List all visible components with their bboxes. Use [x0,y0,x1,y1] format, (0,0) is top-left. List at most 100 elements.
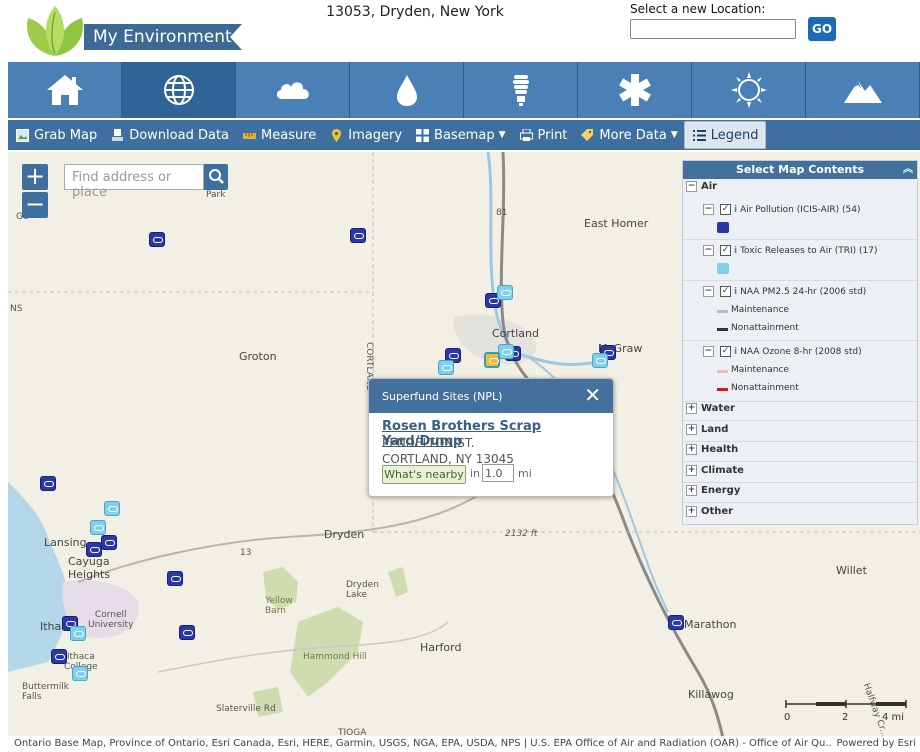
imagery-button[interactable]: Imagery [322,122,408,148]
legend-label: Maintenance [731,365,789,375]
section-health[interactable]: + Health [686,444,738,455]
download-data-button[interactable]: Download Data [103,122,235,148]
location-input[interactable] [630,19,796,39]
toxic-release-marker[interactable] [90,520,106,535]
more-data-button[interactable]: More Data ▼ [573,122,683,148]
expand-icon[interactable]: + [686,465,697,476]
scale-label: 2 [842,712,849,723]
air-pollution-marker[interactable] [101,535,117,550]
expand-icon[interactable]: + [686,403,697,414]
map-search-input[interactable]: Find address or place [64,164,204,200]
legend-button[interactable]: Legend [683,121,766,149]
layer-naa-ozone[interactable]: − ✓ i NAA Ozone 8-hr (2008 std) [703,346,862,357]
legend-label: Nonattainment [731,323,799,333]
section-air[interactable]: − Air [686,181,717,192]
info-icon[interactable]: i [734,205,737,215]
sun-icon [730,72,767,108]
section-energy[interactable]: + Energy [686,485,740,496]
measure-button[interactable]: Measure [235,122,322,148]
layer-toxic-releases[interactable]: − ✓ i Toxic Releases to Air (TRI) (17) [703,245,878,256]
powered-by[interactable]: Powered by Esri [832,736,916,752]
go-button[interactable]: GO [808,17,836,41]
checkbox[interactable]: ✓ [720,204,731,215]
topic-nav [8,62,920,118]
nav-health[interactable] [578,62,692,118]
collapse-icon[interactable]: − [703,245,714,256]
layer-naa-pm25[interactable]: − ✓ i NAA PM2.5 24-hr (2006 std) [703,286,866,297]
toxic-release-marker[interactable] [104,501,120,516]
nav-climate[interactable] [692,62,806,118]
air-pollution-marker[interactable] [179,625,195,640]
attribution-text: Ontario Base Map, Province of Ontario, E… [14,738,835,749]
zoom-out-button[interactable]: − [22,192,48,218]
toxic-release-marker[interactable] [497,285,513,300]
expand-icon[interactable]: + [686,444,697,455]
expand-icon[interactable]: + [686,424,697,435]
download-data-label: Download Data [129,127,230,143]
section-other[interactable]: + Other [686,506,733,517]
layer-label: NAA Ozone 8-hr (2008 std) [740,346,862,357]
section-water[interactable]: + Water [686,403,735,414]
basemap-button[interactable]: Basemap ▼ [408,122,511,148]
route-shield: 13 [240,548,252,558]
nav-home[interactable] [8,62,122,118]
map-toolbar: Grab Map Download Data Measure Imagery B… [8,120,920,150]
layer-air-pollution[interactable]: − ✓ i Air Pollution (ICIS-AIR) (54) [703,204,861,215]
zoom-in-button[interactable]: + [22,164,48,190]
route-shield: 81 [496,208,508,218]
map-search-button[interactable] [204,164,228,190]
expand-icon[interactable]: + [686,506,697,517]
nav-globe[interactable] [122,62,236,118]
checkbox[interactable]: ✓ [720,245,731,256]
toxic-release-marker[interactable] [70,626,86,641]
air-pollution-marker[interactable] [149,232,165,247]
tag-icon [581,128,594,141]
whats-nearby-button[interactable]: What's nearby [382,465,466,484]
toxic-release-marker[interactable] [72,666,88,681]
expand-icon[interactable]: + [686,485,697,496]
info-icon[interactable]: i [734,246,737,256]
grab-map-button[interactable]: Grab Map [8,122,103,148]
globe-icon [163,75,194,105]
section-land[interactable]: + Land [686,424,728,435]
leaf-logo-icon [27,6,83,56]
map-attribution: Ontario Base Map, Province of Ontario, E… [8,736,920,752]
distance-input[interactable]: 1.0 [482,464,514,482]
toxic-release-marker[interactable] [438,360,454,375]
nav-land[interactable] [806,62,920,118]
toxic-release-marker[interactable] [498,344,514,359]
map-view[interactable]: Cortland Groton Dryden East Homer McGraw… [8,152,920,752]
air-pollution-marker[interactable] [51,649,67,664]
checkbox[interactable]: ✓ [720,286,731,297]
air-pollution-marker[interactable] [86,542,102,557]
checkbox[interactable]: ✓ [720,346,731,357]
collapse-icon[interactable]: ︽ [903,161,913,179]
close-icon[interactable]: ✕ [584,385,601,405]
air-pollution-marker[interactable] [40,476,56,491]
section-land-label: Land [701,424,729,435]
print-button[interactable]: Print [512,122,574,148]
collapse-icon[interactable]: − [703,286,714,297]
section-climate[interactable]: + Climate [686,465,744,476]
download-icon [112,128,124,141]
superfund-site-marker[interactable] [484,352,500,368]
light-bulb-icon [512,75,529,106]
nav-energy[interactable] [464,62,578,118]
section-climate-label: Climate [701,465,744,476]
air-pollution-marker[interactable] [167,571,183,586]
place-label: Dryden Lake [346,580,379,600]
info-icon[interactable]: i [734,287,737,297]
collapse-icon[interactable]: − [686,181,697,192]
scale-label: 4 mi [882,712,905,723]
collapse-icon[interactable]: − [703,346,714,357]
popup-header: Superfund Sites (NPL) ✕ [369,379,613,413]
info-icon[interactable]: i [734,347,737,357]
mountain-icon [843,81,882,103]
nav-water[interactable] [350,62,464,118]
toxic-release-marker[interactable] [592,353,608,368]
air-pollution-marker[interactable] [350,228,366,243]
measure-label: Measure [261,127,317,143]
air-pollution-marker[interactable] [668,615,684,630]
nav-air[interactable] [236,62,350,118]
collapse-icon[interactable]: − [703,204,714,215]
